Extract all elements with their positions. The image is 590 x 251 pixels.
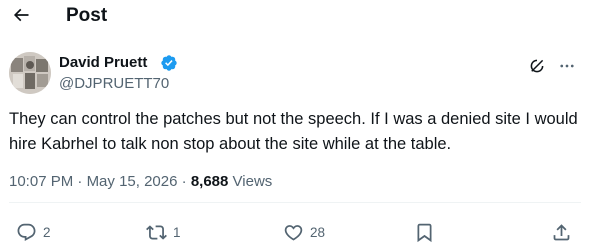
bookmark-icon [417, 223, 432, 242]
post-meta: 10:07 PM · May 15, 2026 · 8,688 Views [9, 173, 272, 191]
reply-icon [17, 223, 36, 241]
share-icon [553, 223, 570, 240]
page-title: Post [66, 5, 108, 26]
heart-icon [284, 224, 303, 241]
reply-button[interactable]: 2 [16, 220, 51, 244]
more-horizontal-icon [560, 64, 574, 68]
grok-icon [530, 59, 544, 73]
repost-button[interactable]: 1 [146, 220, 181, 244]
views-label: Views [232, 173, 273, 190]
reply-count: 2 [43, 224, 51, 240]
divider [9, 202, 581, 203]
back-button[interactable] [8, 2, 34, 28]
avatar[interactable] [9, 52, 51, 94]
post-date[interactable]: May 15, 2026 [87, 173, 178, 190]
post-time[interactable]: 10:07 PM [9, 173, 73, 190]
author-handle[interactable]: @DJPRUETT70 [59, 75, 169, 93]
grok-button[interactable] [526, 55, 548, 77]
header-bar: Post [0, 0, 590, 34]
bookmark-button[interactable] [414, 220, 435, 244]
arrow-left-icon [13, 8, 29, 22]
like-count: 28 [310, 224, 326, 240]
repost-count: 1 [173, 224, 181, 240]
views-count: 8,688 [190, 173, 229, 190]
avatar-image [9, 52, 51, 94]
like-button[interactable]: 28 [283, 220, 325, 244]
more-options-button[interactable] [556, 55, 578, 77]
post-text: They can control the patches but not the… [9, 110, 583, 153]
meta-separator: · [181, 173, 187, 190]
author-name[interactable]: David Pruett [59, 54, 147, 72]
meta-separator: · [77, 173, 83, 190]
verified-badge-icon [160, 54, 178, 72]
share-button[interactable] [551, 220, 572, 244]
repost-icon [146, 224, 167, 240]
